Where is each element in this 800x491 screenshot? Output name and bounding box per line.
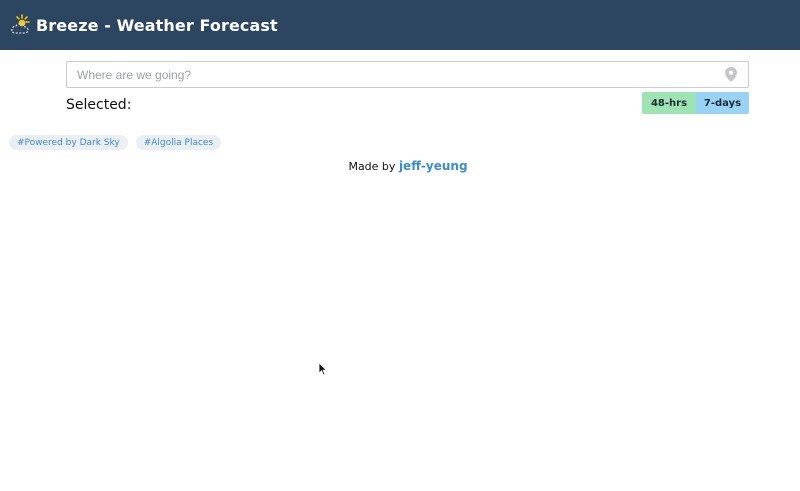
location-search-input[interactable] [67, 62, 724, 87]
credit-tags: #Powered by Dark Sky #Algolia Places [9, 135, 222, 150]
tag-dark-sky[interactable]: #Powered by Dark Sky [9, 135, 128, 150]
app-header: Breeze - Weather Forecast [0, 0, 800, 50]
selected-location-label: Selected: [66, 97, 132, 113]
sun-cloud-icon[interactable] [8, 13, 32, 37]
made-by-text: Made by [348, 160, 396, 173]
author-link[interactable]: jeff-yeung [399, 159, 468, 173]
forecast-range-toggle: 48-hrs 7-days [642, 92, 749, 114]
mouse-cursor-icon [318, 362, 328, 376]
48-hrs-button[interactable]: 48-hrs [642, 92, 696, 114]
7-days-button[interactable]: 7-days [696, 92, 749, 114]
made-by-footer: Made by jeff-yeung [0, 159, 800, 173]
tag-algolia-places[interactable]: #Algolia Places [135, 135, 222, 150]
map-pin-icon [724, 67, 738, 83]
app-title: Breeze - Weather Forecast [36, 15, 278, 35]
location-search [66, 61, 749, 88]
